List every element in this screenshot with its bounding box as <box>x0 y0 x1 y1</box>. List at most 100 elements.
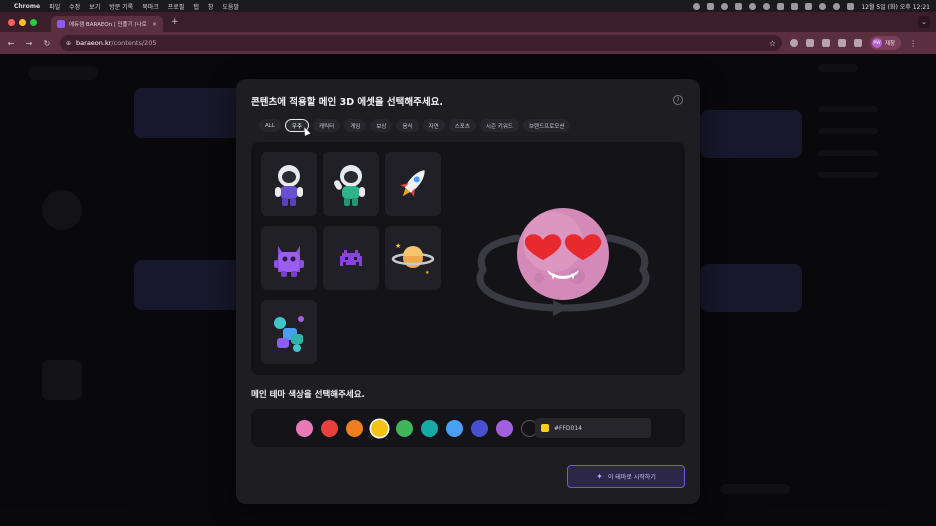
minimize-window-icon[interactable] <box>19 18 26 26</box>
category-chip-sports[interactable]: 스포츠 <box>448 119 476 132</box>
window-controls <box>8 18 37 26</box>
tab-favicon-icon <box>57 20 65 28</box>
category-chip-brand[interactable]: 브랜드프로모션 <box>522 119 571 132</box>
blocks-icon <box>274 316 304 352</box>
address-bar[interactable]: ⊕ baraeon.kr/contents/205 ☆ <box>60 35 782 51</box>
browser-tab-strip: 에듀캠 BARAEOn | 인플기 (나로 콘... × + ⌄ <box>0 12 936 32</box>
status-icon[interactable] <box>721 2 729 10</box>
asset-tile-purple-monster[interactable] <box>261 226 317 290</box>
svg-text:★: ★ <box>425 270 430 276</box>
extension-icon[interactable] <box>790 39 798 47</box>
status-icon[interactable] <box>763 2 771 10</box>
chrome-menu-icon[interactable]: ⋮ <box>909 39 917 48</box>
reading-list-icon[interactable] <box>854 39 862 47</box>
category-chip-reward[interactable]: 보상 <box>370 119 393 132</box>
profile-button[interactable]: PW 재창 <box>870 36 902 50</box>
menu-file[interactable]: 파일 <box>49 2 60 11</box>
browser-tab-active[interactable]: 에듀캠 BARAEOn | 인플기 (나로 콘... × <box>51 16 163 32</box>
category-chip-season[interactable]: 시즌 키워드 <box>479 119 519 132</box>
category-chip-game[interactable]: 게임 <box>344 119 367 132</box>
start-with-theme-button[interactable]: ✦ 이 테마로 시작하기 <box>567 465 685 488</box>
download-icon[interactable] <box>838 39 846 47</box>
color-swatch-teal[interactable] <box>421 420 438 437</box>
extensions-puzzle-icon[interactable] <box>822 39 830 47</box>
headphones-icon[interactable] <box>749 2 757 10</box>
astronaut-icon <box>275 165 303 206</box>
status-icons: 12월 5일 (화) 오후 12:21 <box>693 2 930 11</box>
back-button[interactable]: ← <box>6 39 16 48</box>
asset-panel: ★ ★ <box>251 142 685 375</box>
wifi-icon[interactable] <box>819 2 827 10</box>
extension-icon[interactable] <box>806 39 814 47</box>
color-swatches <box>296 420 538 437</box>
maximize-window-icon[interactable] <box>30 18 37 26</box>
screen: Chrome 파일 수정 보기 방문 기록 북마크 프로필 탭 창 도움말 12… <box>0 0 936 526</box>
new-tab-button[interactable]: + <box>171 17 179 27</box>
pixel-invader-icon <box>340 250 362 266</box>
menu-app-name[interactable]: Chrome <box>14 3 40 10</box>
status-icon[interactable] <box>707 2 715 10</box>
color-swatch-green[interactable] <box>396 420 413 437</box>
menu-bookmarks[interactable]: 북마크 <box>142 2 159 11</box>
site-info-icon[interactable]: ⊕ <box>66 40 71 47</box>
theme-color-picker: #FFD014 <box>251 409 685 447</box>
control-center-icon[interactable] <box>847 2 855 10</box>
category-chip-character[interactable]: 캐릭터 <box>313 119 341 132</box>
status-icon[interactable] <box>693 2 701 10</box>
status-icon[interactable] <box>791 2 799 10</box>
menu-window[interactable]: 창 <box>208 2 214 11</box>
color-swatch-blue[interactable] <box>446 420 463 437</box>
category-chip-food[interactable]: 음식 <box>396 119 419 132</box>
macos-menubar: Chrome 파일 수정 보기 방문 기록 북마크 프로필 탭 창 도움말 12… <box>0 0 936 12</box>
menu-tab[interactable]: 탭 <box>193 2 199 11</box>
menu-edit[interactable]: 수정 <box>69 2 80 11</box>
asset-tile-astronaut-purple[interactable] <box>261 152 317 216</box>
asset-tile-blocks[interactable] <box>261 300 317 364</box>
status-icon[interactable] <box>735 2 743 10</box>
color-swatch-indigo[interactable] <box>471 420 488 437</box>
planet-icon: ★ ★ <box>391 242 435 276</box>
asset-tile-planet[interactable]: ★ ★ <box>385 226 441 290</box>
tab-close-icon[interactable]: × <box>152 21 157 28</box>
color-swatch-pink[interactable] <box>296 420 313 437</box>
astronaut-icon <box>334 165 365 206</box>
search-icon[interactable] <box>833 2 841 10</box>
asset-picker-modal: 콘텐츠에 적용할 메인 3D 에셋을 선택해주세요. ? ALL 우주 캐릭터 … <box>236 79 700 504</box>
battery-icon[interactable] <box>805 2 813 10</box>
status-icon[interactable] <box>777 2 785 10</box>
profile-label: 재창 <box>885 41 896 47</box>
color-swatch-purple[interactable] <box>496 420 513 437</box>
monster-icon <box>274 246 304 277</box>
hex-color-preview <box>541 424 549 432</box>
category-chip-all[interactable]: ALL <box>259 119 281 132</box>
color-swatch-red[interactable] <box>321 420 338 437</box>
menu-help[interactable]: 도움말 <box>222 2 239 11</box>
avatar: PW <box>872 38 882 48</box>
color-swatch-yellow-selected[interactable] <box>371 420 388 437</box>
hex-color-value: #FFD014 <box>554 424 583 432</box>
start-button-label: 이 테마로 시작하기 <box>607 474 656 481</box>
sparkle-icon: ✦ <box>596 472 603 481</box>
asset-tile-astronaut-green[interactable] <box>323 152 379 216</box>
close-window-icon[interactable] <box>8 18 15 26</box>
hex-color-input[interactable]: #FFD014 <box>535 418 651 438</box>
url-path: /contents/205 <box>111 39 157 47</box>
rocket-icon <box>400 170 425 197</box>
menu-view[interactable]: 보기 <box>89 2 100 11</box>
forward-button[interactable]: → <box>24 39 34 48</box>
tab-search-button[interactable]: ⌄ <box>918 16 930 28</box>
reload-button[interactable]: ↻ <box>42 39 52 48</box>
page-background: 콘텐츠에 적용할 메인 3D 에셋을 선택해주세요. ? ALL 우주 캐릭터 … <box>0 54 936 526</box>
tab-title: 에듀캠 BARAEOn | 인플기 (나로 콘... <box>69 22 148 28</box>
bookmark-star-icon[interactable]: ☆ <box>769 39 776 48</box>
asset-tile-pixel-invader[interactable] <box>323 226 379 290</box>
color-swatch-orange[interactable] <box>346 420 363 437</box>
heart-eyes-planet-icon <box>476 208 650 316</box>
menu-profiles[interactable]: 프로필 <box>168 2 185 11</box>
asset-preview <box>465 180 661 340</box>
help-icon[interactable]: ? <box>673 95 683 105</box>
menubar-clock[interactable]: 12월 5일 (화) 오후 12:21 <box>861 2 930 11</box>
asset-tile-rocket[interactable] <box>385 152 441 216</box>
menu-history[interactable]: 방문 기록 <box>109 2 133 11</box>
category-chip-nature[interactable]: 자연 <box>422 119 445 132</box>
